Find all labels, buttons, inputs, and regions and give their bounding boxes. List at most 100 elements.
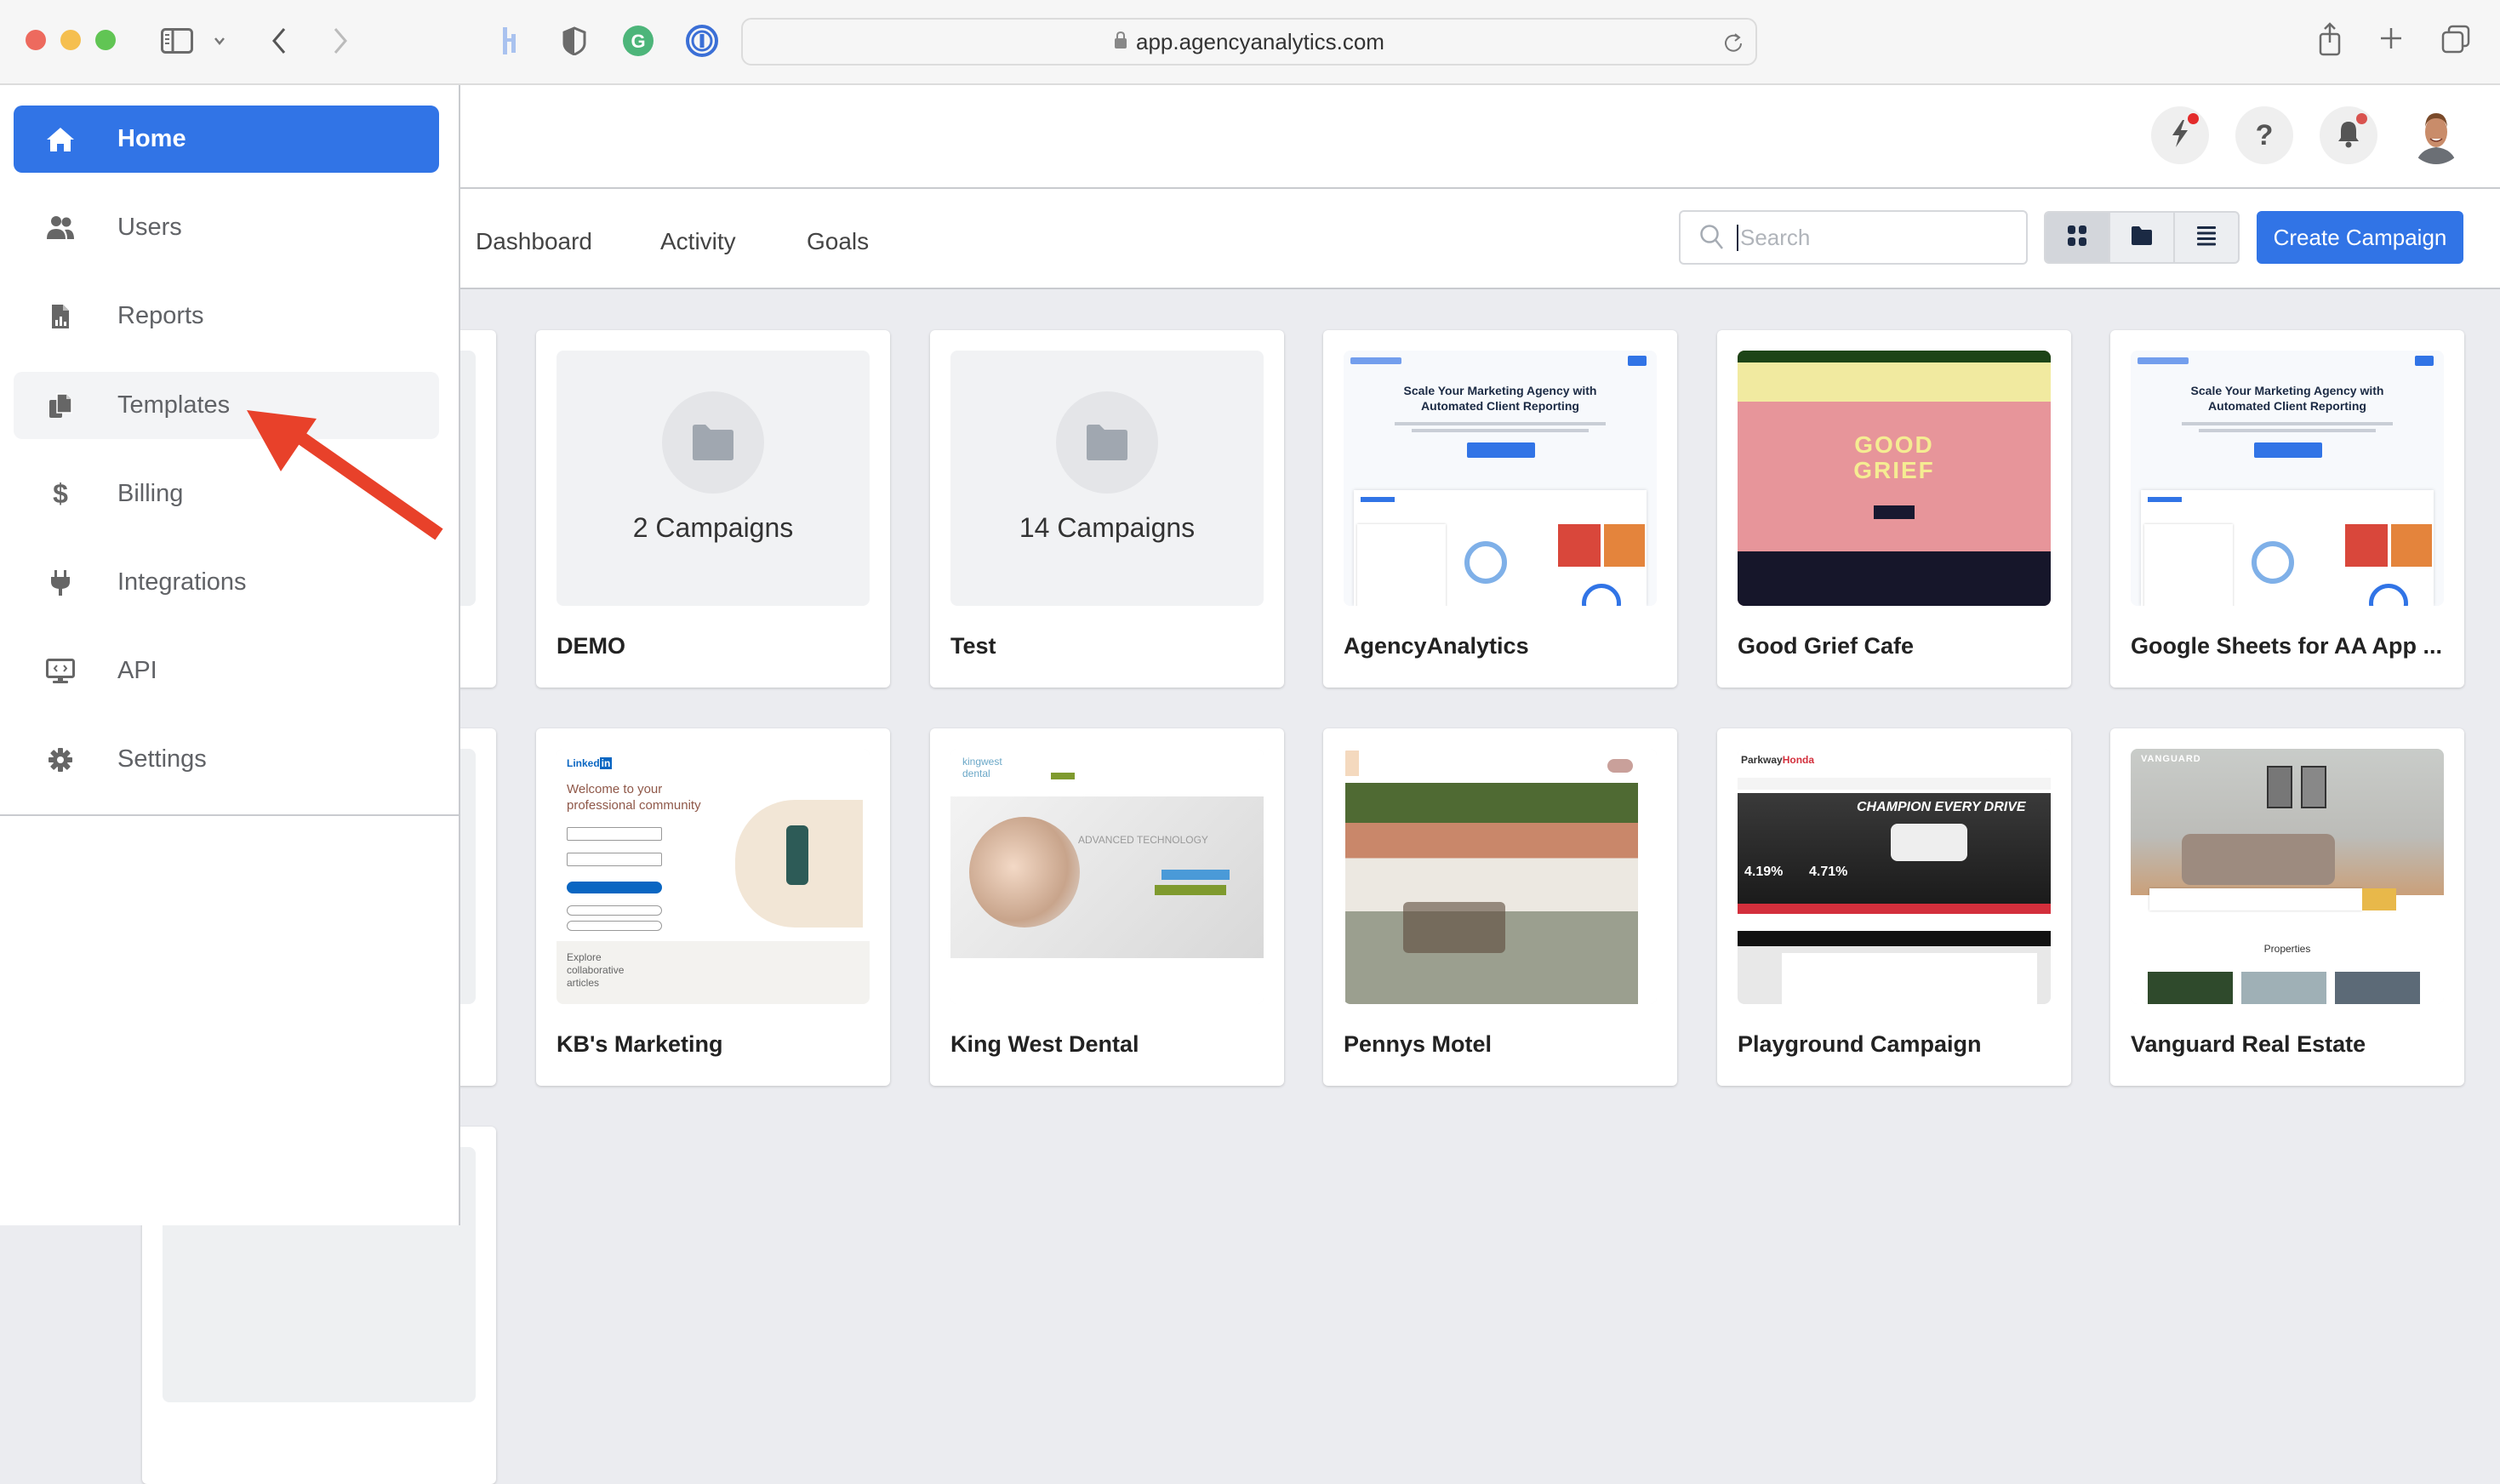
folder-icon bbox=[2131, 225, 2153, 250]
card-thumbnail: 2 Campaigns bbox=[557, 351, 870, 606]
back-icon[interactable] bbox=[269, 26, 289, 56]
campaign-card[interactable]: Scale Your Marketing Agency with Automat… bbox=[2110, 330, 2464, 688]
tab-overview-icon[interactable] bbox=[2440, 24, 2471, 54]
svg-text:G: G bbox=[631, 31, 645, 52]
grammarly-icon[interactable]: G bbox=[621, 24, 655, 58]
campaign-card[interactable]: Linked in Welcome to your professional co… bbox=[536, 728, 890, 1086]
thumb-brand: VANGUARD bbox=[2141, 754, 2201, 764]
campaign-card[interactable]: Scale Your Marketing Agency with Automat… bbox=[1323, 330, 1677, 688]
sidebar-item-api[interactable]: API bbox=[14, 637, 439, 705]
folder-icon bbox=[693, 425, 733, 460]
card-thumbnail: 14 Campaigns bbox=[950, 351, 1264, 606]
share-icon[interactable] bbox=[2316, 20, 2343, 58]
monitor-code-icon bbox=[31, 658, 90, 684]
card-title: King West Dental bbox=[950, 1031, 1139, 1057]
thumb-rate: 4.71% bbox=[1809, 865, 1848, 879]
search-input[interactable] bbox=[1737, 224, 1992, 251]
thumb-headline: CHAMPION EVERY DRIVE bbox=[1857, 800, 2026, 814]
card-thumbnail: Scale Your Marketing Agency with Automat… bbox=[2131, 351, 2444, 606]
sidebar-item-settings[interactable]: Settings bbox=[14, 726, 439, 793]
bell-icon bbox=[2337, 119, 2360, 152]
thumb-headline: Welcome to your professional community bbox=[567, 782, 701, 813]
chevron-down-icon[interactable] bbox=[211, 32, 228, 49]
create-campaign-button[interactable]: Create Campaign bbox=[2257, 211, 2463, 264]
card-thumbnail: Scale Your Marketing Agency with Automat… bbox=[1344, 351, 1657, 606]
new-tab-icon[interactable] bbox=[2378, 26, 2404, 51]
folder-icon-circle bbox=[662, 391, 764, 494]
sidebar-item-home[interactable]: Home bbox=[14, 106, 439, 173]
campaign-card[interactable]: kingwest dental ADVANCED TECHNOLOGY King … bbox=[930, 728, 1284, 1086]
tab-dashboard[interactable]: Dashboard bbox=[476, 228, 592, 255]
sidebar-item-label: Users bbox=[117, 214, 182, 241]
sidebar-toggle-icon[interactable] bbox=[160, 27, 194, 54]
users-icon bbox=[31, 215, 90, 241]
card-thumbnail bbox=[1344, 749, 1657, 1004]
sidebar-item-billing[interactable]: $ Billing bbox=[14, 460, 439, 528]
thumb-headline: Scale Your Marketing Agency with Automat… bbox=[2190, 384, 2384, 413]
url-text: app.agencyanalytics.com bbox=[1136, 28, 1384, 54]
gear-icon bbox=[31, 747, 90, 773]
folder-card[interactable]: 2 Campaigns DEMO bbox=[536, 330, 890, 688]
sidebar-item-label: API bbox=[117, 657, 157, 684]
folder-card[interactable]: 14 Campaigns Test bbox=[930, 330, 1284, 688]
thumb-subheadline: Explore collaborative articles bbox=[567, 951, 625, 989]
dollar-icon: $ bbox=[53, 478, 68, 509]
card-title: Good Grief Cafe bbox=[1738, 633, 1915, 659]
card-thumbnail: ParkwayHonda CHAMPION EVERY DRIVE 4.19% … bbox=[1738, 749, 2051, 1004]
sidebar-item-reports[interactable]: Reports bbox=[14, 283, 439, 350]
grid-view-button[interactable] bbox=[2046, 213, 2110, 262]
reload-icon[interactable] bbox=[1723, 31, 1744, 60]
campaign-card[interactable]: Pennys Motel bbox=[1323, 728, 1677, 1086]
sidebar-item-integrations[interactable]: Integrations bbox=[14, 549, 439, 616]
sidebar-item-templates[interactable]: Templates bbox=[14, 372, 439, 439]
shield-icon[interactable] bbox=[562, 26, 587, 56]
grid-icon bbox=[2067, 225, 2087, 251]
thumb-headline: ADVANCED TECHNOLOGY bbox=[1078, 834, 1208, 846]
tab-activity[interactable]: Activity bbox=[660, 228, 736, 255]
notifications-button[interactable] bbox=[2320, 106, 2377, 164]
search-field[interactable] bbox=[1679, 210, 2028, 265]
folder-icon bbox=[1087, 425, 1127, 460]
sidebar-item-label: Settings bbox=[117, 745, 207, 773]
sidebar-divider bbox=[0, 814, 460, 816]
folder-icon-circle bbox=[1056, 391, 1158, 494]
lightning-icon bbox=[2169, 118, 2191, 153]
card-title: Playground Campaign bbox=[1738, 1031, 1982, 1057]
maximize-window-button[interactable] bbox=[95, 30, 116, 50]
campaign-card[interactable]: ParkwayHonda CHAMPION EVERY DRIVE 4.19% … bbox=[1717, 728, 2071, 1086]
whats-new-button[interactable] bbox=[2151, 106, 2209, 164]
card-thumbnail: Linked in Welcome to your professional co… bbox=[557, 749, 870, 1004]
folder-view-button[interactable] bbox=[2110, 213, 2175, 262]
card-title: Test bbox=[950, 633, 996, 659]
forward-icon[interactable] bbox=[330, 26, 351, 56]
card-thumbnail: GOOD GRIEF bbox=[1738, 351, 2051, 606]
notification-badge bbox=[2188, 113, 2199, 124]
thumb-rate: 4.19% bbox=[1744, 865, 1784, 879]
address-bar[interactable]: app.agencyanalytics.com bbox=[741, 18, 1757, 66]
plug-icon bbox=[31, 569, 90, 596]
copy-documents-icon bbox=[31, 392, 90, 420]
card-title: KB's Marketing bbox=[557, 1031, 723, 1057]
thumb-headline: GOOD GRIEF bbox=[1853, 431, 1935, 483]
card-title: Google Sheets for AA App ... bbox=[2131, 633, 2443, 659]
tab-goals[interactable]: Goals bbox=[807, 228, 869, 255]
user-avatar[interactable] bbox=[2407, 106, 2465, 164]
campaign-card[interactable]: GOOD GRIEF Good Grief Cafe bbox=[1717, 330, 2071, 688]
help-button[interactable]: ? bbox=[2235, 106, 2293, 164]
thumb-section: Properties bbox=[2263, 943, 2311, 955]
list-view-button[interactable] bbox=[2175, 213, 2238, 262]
1password-icon[interactable] bbox=[685, 24, 719, 58]
card-title: Vanguard Real Estate bbox=[2131, 1031, 2366, 1057]
sidebar-item-users[interactable]: Users bbox=[14, 194, 439, 261]
sidebar-item-label: Integrations bbox=[117, 568, 247, 596]
sidebar-item-label: Home bbox=[117, 125, 186, 152]
sidebar-item-label: Templates bbox=[117, 391, 231, 419]
campaign-count: 2 Campaigns bbox=[632, 512, 794, 543]
view-mode-toggle bbox=[2044, 211, 2240, 264]
dashlane-icon[interactable] bbox=[500, 26, 522, 56]
minimize-window-button[interactable] bbox=[60, 30, 81, 50]
campaign-card[interactable]: VANGUARD Properties Vanguard Real Estate bbox=[2110, 728, 2464, 1086]
close-window-button[interactable] bbox=[26, 30, 46, 50]
search-icon bbox=[1699, 224, 1725, 251]
card-title: AgencyAnalytics bbox=[1344, 633, 1529, 659]
